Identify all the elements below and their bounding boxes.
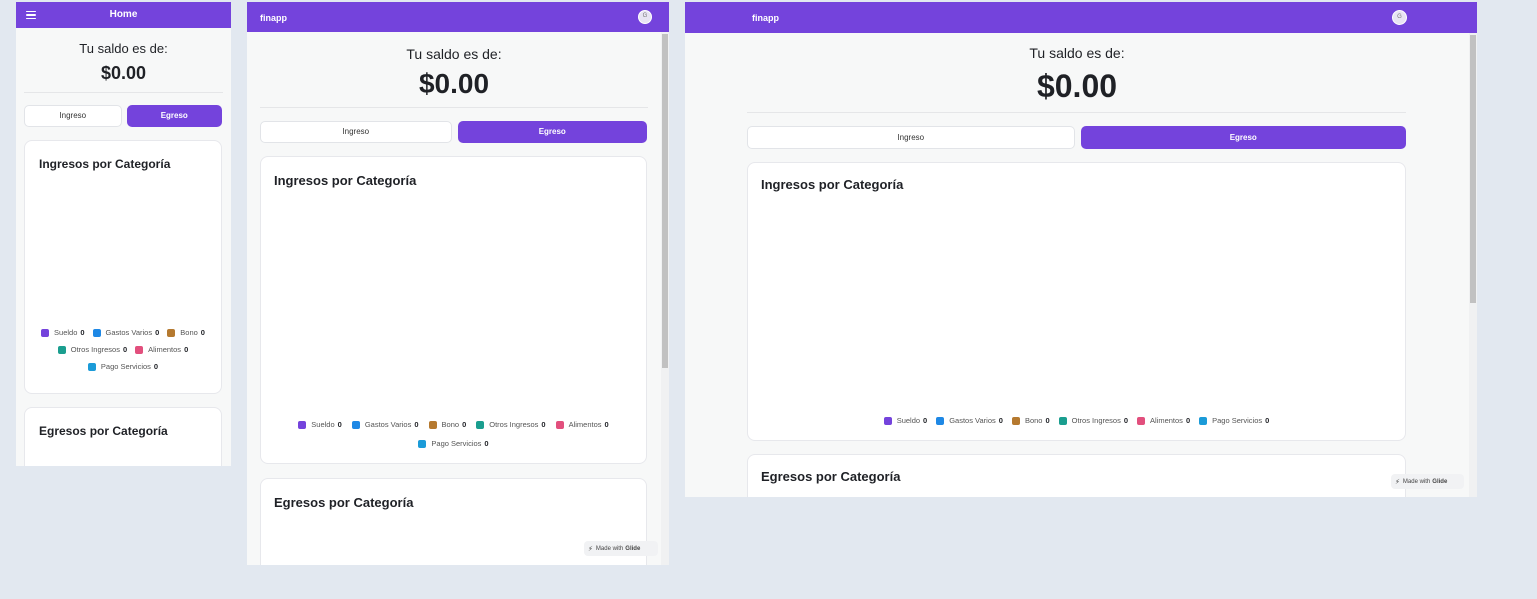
ingreso-button[interactable]: Ingreso xyxy=(24,105,122,127)
legend-item: Bono 0 xyxy=(167,328,205,337)
legend-swatch xyxy=(92,328,101,337)
legend-item: Pago Servicios 0 xyxy=(1199,416,1269,425)
legend-item: Pago Servicios 0 xyxy=(87,362,158,371)
scrollbar-thumb[interactable] xyxy=(1470,35,1476,303)
legend-item: Alimentos 0 xyxy=(1137,416,1190,425)
bolt-icon: ⚡ xyxy=(588,545,593,553)
app-header: finapp G xyxy=(247,2,669,32)
legend-item: Bono 0 xyxy=(428,420,466,429)
made-with-glide-badge[interactable]: ⚡ Made with Glide xyxy=(584,541,658,556)
card-title: Ingresos por Categoría xyxy=(274,173,417,188)
legend-swatch xyxy=(555,420,564,429)
transaction-type-toggle: Ingreso Egreso xyxy=(260,121,647,143)
legend-swatch xyxy=(57,345,66,354)
chart-legend: Sueldo 0 Gastos Varios 0 Bono 0 Otros Ingre… xyxy=(261,420,646,448)
legend-swatch xyxy=(298,420,307,429)
card-title: Egresos por Categoría xyxy=(274,495,414,510)
scrollbar[interactable] xyxy=(1469,33,1477,497)
tablet-view: finapp G Tu saldo es de: $0.00 Ingreso E… xyxy=(247,2,669,565)
avatar[interactable]: G xyxy=(1392,10,1407,25)
legend-item: Sueldo 0 xyxy=(883,416,927,425)
app-header: finapp G xyxy=(685,2,1477,33)
ingresos-chart-card: Ingresos por Categoría Sueldo 0 Gastos Va… xyxy=(24,140,222,394)
egreso-button[interactable]: Egreso xyxy=(126,105,222,127)
legend-item: Alimentos 0 xyxy=(135,345,188,354)
legend-swatch xyxy=(351,420,360,429)
legend-item: Gastos Varios 0 xyxy=(936,416,1003,425)
balance-label: Tu saldo es de: xyxy=(1029,45,1125,61)
card-title: Ingresos por Categoría xyxy=(761,177,904,192)
legend-item: Pago Servicios 0 xyxy=(418,439,489,448)
legend-item: Sueldo 0 xyxy=(41,328,85,337)
scrollbar[interactable] xyxy=(661,32,669,565)
balance-value: $0.00 xyxy=(100,63,147,83)
legend-swatch xyxy=(41,328,50,337)
card-title: Egresos por Categoría xyxy=(39,424,168,438)
legend-item: Sueldo 0 xyxy=(298,420,342,429)
mobile-view: Home Tu saldo es de: $0.00 Ingreso Egres… xyxy=(16,2,231,466)
chart-legend: Sueldo 0 Gastos Varios 0 Bono 0 Otros Ingre… xyxy=(748,416,1405,425)
app-header: Home xyxy=(16,2,231,28)
balance-label: Tu saldo es de: xyxy=(79,41,168,56)
egreso-button[interactable]: Egreso xyxy=(457,121,647,143)
app-title: finapp xyxy=(260,13,287,23)
balance-label: Tu saldo es de: xyxy=(406,46,502,62)
divider xyxy=(747,112,1406,113)
desktop-view: finapp G Tu saldo es de: $0.00 Ingreso E… xyxy=(685,2,1477,497)
legend-swatch xyxy=(936,416,945,425)
ingreso-button[interactable]: Ingreso xyxy=(747,126,1075,149)
legend-swatch xyxy=(1199,416,1208,425)
card-title: Egresos por Categoría xyxy=(761,469,901,484)
transaction-type-toggle: Ingreso Egreso xyxy=(747,126,1406,149)
app-title: finapp xyxy=(752,13,779,23)
legend-item: Otros Ingresos 0 xyxy=(476,420,546,429)
header-title: Home xyxy=(109,9,138,20)
scroll-content: Tu saldo es de: $0.00 Ingreso Egreso Ing… xyxy=(685,33,1469,497)
legend-swatch xyxy=(883,416,892,425)
divider xyxy=(260,107,648,108)
legend-swatch xyxy=(87,362,96,371)
legend-swatch xyxy=(135,345,144,354)
balance-value: $0.00 xyxy=(1036,68,1118,104)
legend-item: Otros Ingresos 0 xyxy=(1058,416,1128,425)
legend-swatch xyxy=(167,328,176,337)
divider xyxy=(24,92,223,93)
bolt-icon: ⚡ xyxy=(1395,478,1400,486)
legend-swatch xyxy=(1011,416,1020,425)
made-with-glide-badge[interactable]: ⚡ Made with Glide xyxy=(1391,474,1464,489)
legend-swatch xyxy=(476,420,485,429)
legend-item: Alimentos 0 xyxy=(555,420,609,429)
legend-swatch xyxy=(428,420,437,429)
legend-swatch xyxy=(418,439,427,448)
avatar[interactable]: G xyxy=(638,10,652,24)
legend-item: Otros Ingresos 0 xyxy=(57,345,127,354)
balance-value: $0.00 xyxy=(418,68,490,99)
ingreso-button[interactable]: Ingreso xyxy=(260,121,452,143)
legend-item: Bono 0 xyxy=(1011,416,1050,425)
scrollbar-thumb[interactable] xyxy=(662,34,668,368)
egresos-chart-card: Egresos por Categoría xyxy=(24,407,222,466)
legend-swatch xyxy=(1058,416,1067,425)
card-title: Ingresos por Categoría xyxy=(39,157,171,171)
legend-swatch xyxy=(1137,416,1145,425)
egreso-button[interactable]: Egreso xyxy=(1080,126,1406,149)
chart-legend: Sueldo 0 Gastos Varios 0 Bono 0 Otros Ingre… xyxy=(25,328,221,371)
legend-item: Gastos Varios 0 xyxy=(92,328,159,337)
ingresos-chart-card: Ingresos por Categoría Sueldo 0 Gastos Va… xyxy=(747,162,1406,441)
ingresos-chart-card: Ingresos por Categoría Sueldo 0 Gastos Va… xyxy=(260,156,647,464)
transaction-type-toggle: Ingreso Egreso xyxy=(24,105,222,127)
scroll-content: Tu saldo es de: $0.00 Ingreso Egreso Ing… xyxy=(247,32,661,565)
egresos-chart-card: Egresos por Categoría xyxy=(747,454,1406,497)
legend-item: Gastos Varios 0 xyxy=(351,420,419,429)
